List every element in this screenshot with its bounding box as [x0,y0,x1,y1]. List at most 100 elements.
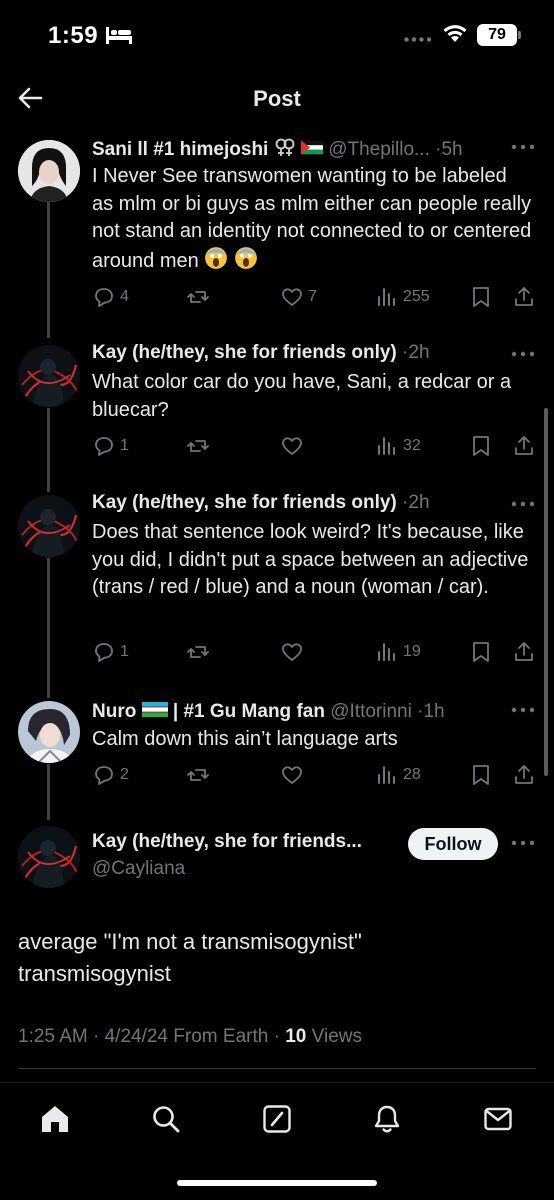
bookmark-icon [473,642,489,662]
tweet-actions: 4 7 255 [92,284,542,312]
thread-line [47,558,50,698]
display-name[interactable]: Kay (he/they, she for friends only) [92,342,397,363]
repost-button[interactable] [186,433,214,459]
display-name-suffix[interactable]: | #1 Gu Mang fan [173,701,325,722]
like-count: 7 [308,288,317,305]
tweet-actions: 2 28 [92,762,542,790]
post-source: From Earth [173,1026,269,1047]
repost-button[interactable] [186,639,214,665]
views-button[interactable]: 32 [375,433,421,459]
bookmark-button[interactable] [469,433,493,459]
post-date: 4/24/24 [104,1026,169,1047]
separator-dot: · [93,1026,105,1047]
reply-button[interactable]: 2 [92,762,129,788]
thread-line [47,408,50,492]
notifications-icon[interactable] [371,1103,403,1135]
reply-count: 1 [120,643,129,660]
home-icon[interactable] [39,1103,71,1135]
more-options-icon[interactable] [511,840,535,846]
repost-button[interactable] [186,284,214,310]
share-button[interactable] [512,762,536,788]
views-icon [378,766,395,784]
thread-line [47,202,50,338]
author-handle-row: @Cayliana [92,858,185,880]
tweet-actions: 1 19 [92,639,542,667]
heart-icon [282,288,302,306]
more-options-icon[interactable] [511,707,535,713]
status-bar: 1:59 79 [0,0,554,70]
like-button[interactable] [280,762,308,788]
follow-button[interactable]: Follow [408,828,498,860]
display-name[interactable]: Kay (he/they, she for friends... [92,831,362,852]
battery-icon: 79 [477,24,517,46]
reply-count: 2 [120,766,129,783]
reply-button[interactable]: 1 [92,639,129,665]
post-header: Post [0,70,554,130]
like-button[interactable] [280,639,308,665]
more-options-icon[interactable] [511,501,535,507]
user-handle[interactable]: @Ittorinni [330,701,412,722]
bookmark-button[interactable] [469,284,493,310]
avatar[interactable] [18,826,80,888]
tweet-actions: 1 32 [92,433,542,461]
heart-icon [282,643,302,661]
share-button[interactable] [512,433,536,459]
timestamp[interactable]: 1h [423,701,444,722]
avatar[interactable] [18,701,80,763]
views-button[interactable]: 28 [375,762,421,788]
display-name[interactable]: Kay (he/they, she for friends only) [92,492,397,513]
display-name[interactable]: Nuro [92,701,136,722]
views-icon [378,288,395,306]
avatar[interactable] [18,495,80,557]
more-options-icon[interactable] [511,351,535,357]
share-button[interactable] [512,639,536,665]
display-name[interactable]: Sani ll #1 himejoshi [92,139,268,160]
separator-dot: · [273,1026,286,1047]
user-handle[interactable]: @Cayliana [92,858,185,879]
avatar[interactable] [18,345,80,407]
views-button[interactable]: 19 [375,639,421,665]
timestamp[interactable]: 2h [408,492,429,513]
share-icon [515,436,533,455]
more-options-icon[interactable] [511,144,535,150]
views-button[interactable]: 255 [375,284,430,310]
messages-icon[interactable] [482,1103,514,1135]
reply-icon [95,288,113,307]
user-handle[interactable]: @Thepillo... [328,139,430,160]
timestamp[interactable]: 5h [441,139,462,160]
repost-icon [187,646,209,658]
like-button[interactable] [280,433,308,459]
tweet-text: I Never See transwomen wanting to be lab… [92,163,532,275]
reply-icon [95,643,113,662]
reply-button[interactable]: 4 [92,284,129,310]
share-button[interactable] [512,284,536,310]
like-button[interactable]: 7 [280,284,317,310]
views-count: 32 [403,437,421,454]
share-icon [515,287,533,306]
author-name-row: Kay (he/they, she for friends... [92,831,362,853]
bookmark-button[interactable] [469,639,493,665]
avatar[interactable] [18,140,80,202]
battery-nub [518,31,521,39]
views-count[interactable]: 10 [285,1026,306,1047]
home-indicator[interactable] [177,1180,377,1186]
scrollbar[interactable] [544,408,548,776]
views-count: 255 [403,288,430,305]
search-icon[interactable] [150,1103,182,1135]
repost-icon [187,291,209,303]
repost-button[interactable] [186,762,214,788]
tweet-text: What color car do you have, Sani, a redc… [92,371,512,421]
status-time: 1:59 [48,22,99,49]
bookmark-button[interactable] [469,762,493,788]
timestamp[interactable]: 2h [408,342,429,363]
heart-icon [282,766,302,784]
sleep-focus-icon [106,27,132,44]
post-time: 1:25 AM [18,1026,88,1047]
divider [18,1068,536,1069]
bookmark-icon [473,765,489,785]
thread-line [47,764,50,820]
reply-button[interactable]: 1 [92,433,129,459]
post-text: average "I'm not a transmisogynist" tran… [18,929,362,986]
views-label[interactable]: Views [312,1026,362,1047]
grok-icon[interactable] [261,1103,293,1135]
